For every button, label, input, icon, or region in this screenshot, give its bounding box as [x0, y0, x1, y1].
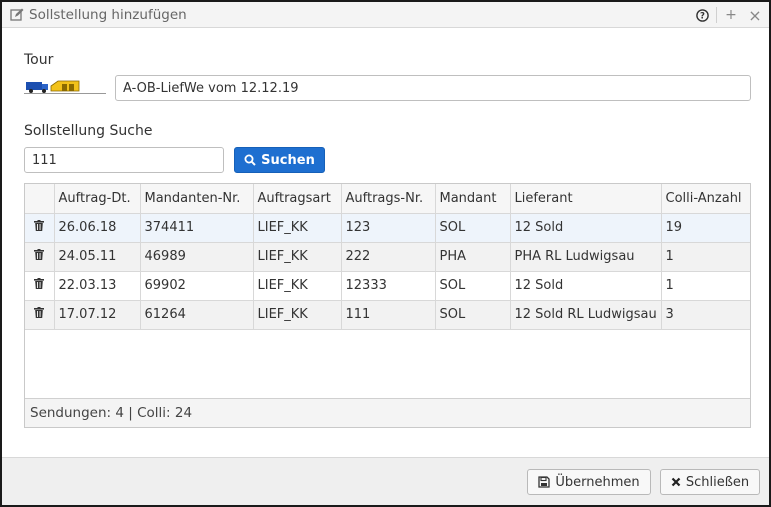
search-icon — [244, 154, 256, 166]
cell-supplier: 12 Sold RL Ludwigsau — [510, 300, 662, 329]
cell-supplier: 12 Sold — [510, 271, 662, 300]
search-button[interactable]: Suchen — [234, 147, 325, 173]
cell-colli: 3 — [665, 307, 674, 322]
cell-colli: 19 — [665, 220, 683, 235]
cell-date: 24.05.11 — [54, 242, 141, 271]
cell-date: 22.03.13 — [54, 271, 141, 300]
table-row[interactable]: 17.07.12 61264 LIEF_KK 111 SOL 12 Sold R… — [25, 300, 750, 329]
help-icon: ? — [695, 8, 709, 22]
cell-date: 17.07.12 — [54, 300, 141, 329]
delete-button[interactable] — [25, 271, 55, 300]
save-icon — [538, 476, 551, 488]
cell-client-no: 46989 — [140, 242, 254, 271]
dialog-title: Sollstellung hinzufügen — [29, 6, 187, 23]
dialog-footer: Übernehmen Schließen — [2, 457, 769, 505]
col-header-type[interactable]: Auftragsart — [253, 184, 342, 213]
truck-icon — [24, 78, 106, 94]
cell-client: SOL — [435, 300, 511, 329]
col-header-client-no[interactable]: Mandanten-Nr. — [140, 184, 254, 213]
cell-client-no: 374411 — [140, 213, 254, 242]
trash-icon — [34, 307, 45, 318]
search-input[interactable]: 111 — [24, 147, 224, 173]
close-icon: × — [748, 5, 762, 25]
delete-button[interactable] — [25, 242, 55, 271]
cell-supplier: 12 Sold — [510, 213, 662, 242]
svg-text:?: ? — [700, 11, 705, 21]
cell-client-no: 61264 — [140, 300, 254, 329]
table-row[interactable]: 24.05.11 46989 LIEF_KK 222 PHA PHA RL Lu… — [25, 242, 750, 271]
tour-label: Tour — [24, 52, 54, 68]
close-icon — [671, 477, 681, 487]
tour-field[interactable]: A-OB-LiefWe vom 12.12.19 — [115, 75, 751, 101]
close-button-label: Schließen — [685, 474, 750, 490]
plus-icon: + — [725, 7, 737, 23]
col-header-order-no[interactable]: Auftrags-Nr. — [341, 184, 436, 213]
col-header-actions — [25, 184, 55, 213]
title-bar[interactable]: Sollstellung hinzufügen ? + × — [2, 2, 769, 28]
cell-type: LIEF_KK — [253, 213, 342, 242]
delete-button[interactable] — [25, 300, 55, 329]
delete-button[interactable] — [25, 213, 55, 242]
table-row[interactable]: 22.03.13 69902 LIEF_KK 12333 SOL 12 Sold… — [25, 271, 750, 300]
dialog: Sollstellung hinzufügen ? + × Tour A-OB-… — [0, 0, 771, 507]
grid-header: Auftrag-Dt. Mandanten-Nr. Auftragsart Au… — [25, 184, 750, 213]
close-button[interactable]: Schließen — [660, 469, 760, 495]
cell-type: LIEF_KK — [253, 271, 342, 300]
cell-client: PHA — [435, 242, 511, 271]
trash-icon — [34, 220, 45, 231]
close-window-button[interactable]: × — [745, 5, 765, 25]
col-header-client[interactable]: Mandant — [435, 184, 511, 213]
cell-type: LIEF_KK — [253, 300, 342, 329]
title-actions: ? + × — [692, 5, 765, 25]
cell-client: SOL — [435, 213, 511, 242]
title-separator — [716, 7, 717, 23]
cell-client: SOL — [435, 271, 511, 300]
cell-type: LIEF_KK — [253, 242, 342, 271]
edit-icon — [10, 8, 24, 21]
grid-summary: Sendungen: 4 | Colli: 24 — [25, 398, 750, 427]
col-header-supplier[interactable]: Lieferant — [510, 184, 662, 213]
cell-order-no: 12333 — [341, 271, 436, 300]
trash-icon — [34, 249, 45, 260]
col-header-date[interactable]: Auftrag-Dt. — [54, 184, 141, 213]
cell-order-no: 222 — [341, 242, 436, 271]
cell-order-no: 123 — [341, 213, 436, 242]
help-button[interactable]: ? — [692, 5, 712, 25]
trash-icon — [34, 278, 45, 289]
accept-button[interactable]: Übernehmen — [527, 469, 651, 495]
accept-button-label: Übernehmen — [555, 474, 640, 490]
cell-colli: 1 — [665, 249, 674, 264]
cell-client-no: 69902 — [140, 271, 254, 300]
col-header-colli[interactable]: Colli-Anzahl — [661, 184, 750, 213]
cell-order-no: 111 — [341, 300, 436, 329]
cell-supplier: PHA RL Ludwigsau — [510, 242, 662, 271]
cell-date: 26.06.18 — [54, 213, 141, 242]
search-label: Sollstellung Suche — [24, 123, 153, 139]
cell-colli: 1 — [665, 278, 674, 293]
search-button-label: Suchen — [261, 152, 315, 168]
table-row[interactable]: 26.06.18 374411 LIEF_KK 123 SOL 12 Sold … — [25, 213, 750, 242]
results-grid: Auftrag-Dt. Mandanten-Nr. Auftragsart Au… — [24, 183, 751, 428]
maximize-button[interactable]: + — [721, 5, 741, 25]
